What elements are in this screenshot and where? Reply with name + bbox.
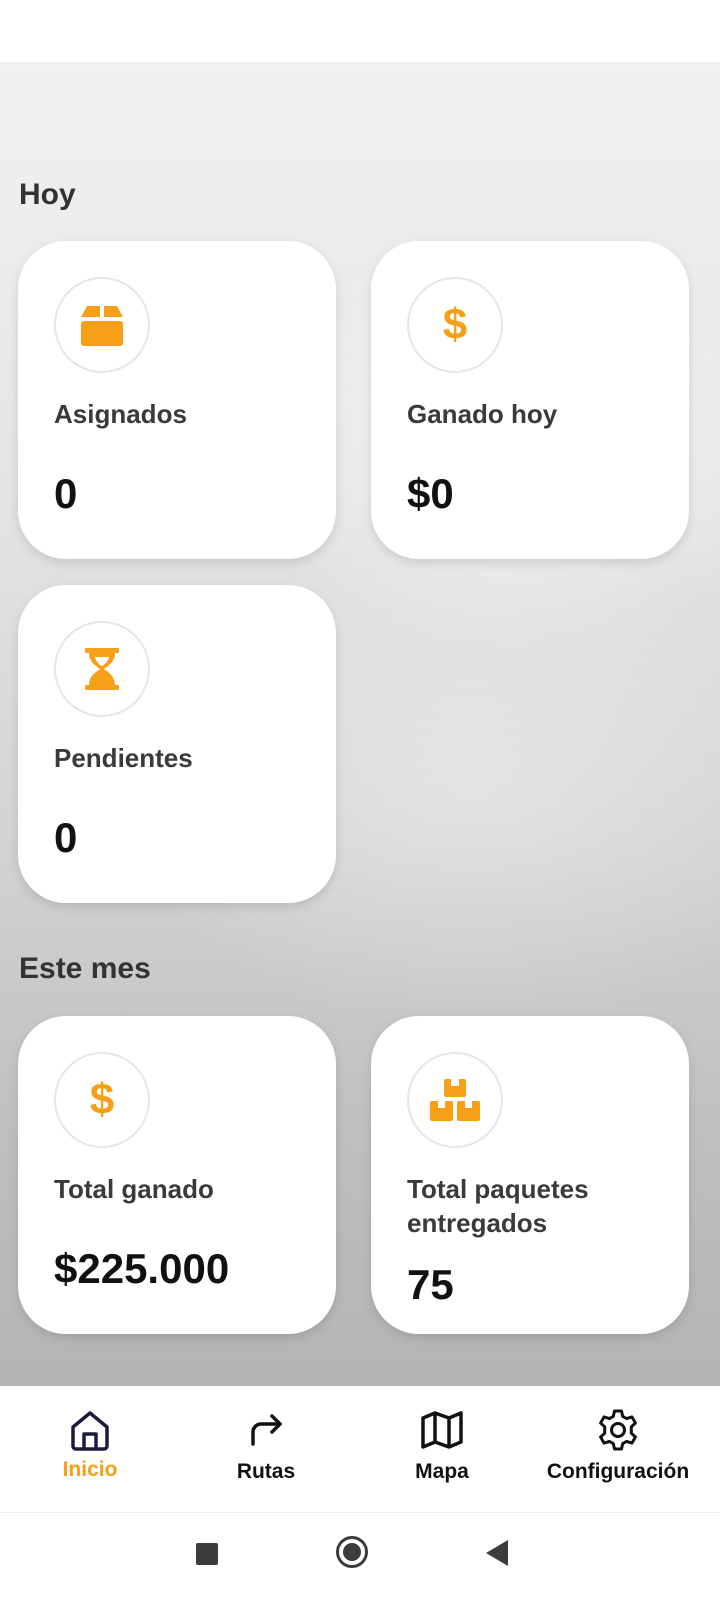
nav-item-configuracion[interactable]: Configuración (528, 1386, 708, 1512)
gear-icon (599, 1409, 637, 1451)
card-earned-today[interactable]: $ Ganado hoy $0 (371, 241, 689, 559)
route-arrow-icon (251, 1414, 282, 1446)
card-value: 0 (54, 814, 78, 861)
nav-label: Rutas (236, 1460, 296, 1483)
card-icon-circle: $ (54, 1052, 150, 1148)
dashboard-content: Hoy Asignados 0 $ Ganado hoy $0 Pendient… (0, 62, 720, 1386)
home-circle-icon[interactable] (336, 1536, 368, 1568)
nav-label: Configuración (546, 1460, 690, 1483)
map-icon (421, 1411, 463, 1449)
boxes-icon (430, 1079, 480, 1121)
card-value: 0 (54, 470, 78, 517)
card-icon-circle: $ (407, 277, 503, 373)
bottom-navigation: Inicio Rutas Mapa Configuración (0, 1386, 720, 1512)
recents-square-icon[interactable] (196, 1543, 218, 1565)
card-label: Asignados (54, 399, 187, 429)
section-title-month: Este mes (19, 952, 151, 985)
card-label: Ganado hoy (407, 399, 558, 429)
hourglass-icon (85, 648, 119, 690)
dollar-icon: $ (442, 300, 468, 349)
card-total-packages[interactable]: Total paquetes entregados 75 (371, 1016, 689, 1334)
card-label: Pendientes (54, 743, 193, 773)
card-total-earned[interactable]: $ Total ganado $225.000 (18, 1016, 336, 1334)
nav-label: Inicio (62, 1458, 118, 1481)
card-label: Total ganado (54, 1174, 214, 1204)
card-icon-circle (407, 1052, 503, 1148)
card-icon-circle (54, 277, 150, 373)
home-icon (71, 1411, 109, 1451)
card-value: $225.000 (54, 1245, 230, 1292)
card-assigned[interactable]: Asignados 0 (18, 241, 336, 559)
dollar-icon: $ (89, 1075, 115, 1124)
card-pending[interactable]: Pendientes 0 (18, 585, 336, 903)
card-label: Total paquetes entregados (407, 1174, 589, 1238)
nav-label: Mapa (415, 1460, 469, 1483)
card-value: $0 (407, 470, 454, 517)
nav-item-rutas[interactable]: Rutas (176, 1386, 356, 1512)
nav-item-mapa[interactable]: Mapa (352, 1386, 532, 1512)
status-bar-area (0, 0, 720, 62)
system-navigation-bar (0, 1512, 720, 1600)
card-value: 75 (407, 1261, 454, 1308)
nav-item-inicio[interactable]: Inicio (0, 1386, 180, 1512)
section-title-today: Hoy (19, 178, 76, 211)
back-triangle-icon[interactable] (486, 1540, 508, 1566)
card-icon-circle (54, 621, 150, 717)
box-icon (81, 306, 123, 346)
